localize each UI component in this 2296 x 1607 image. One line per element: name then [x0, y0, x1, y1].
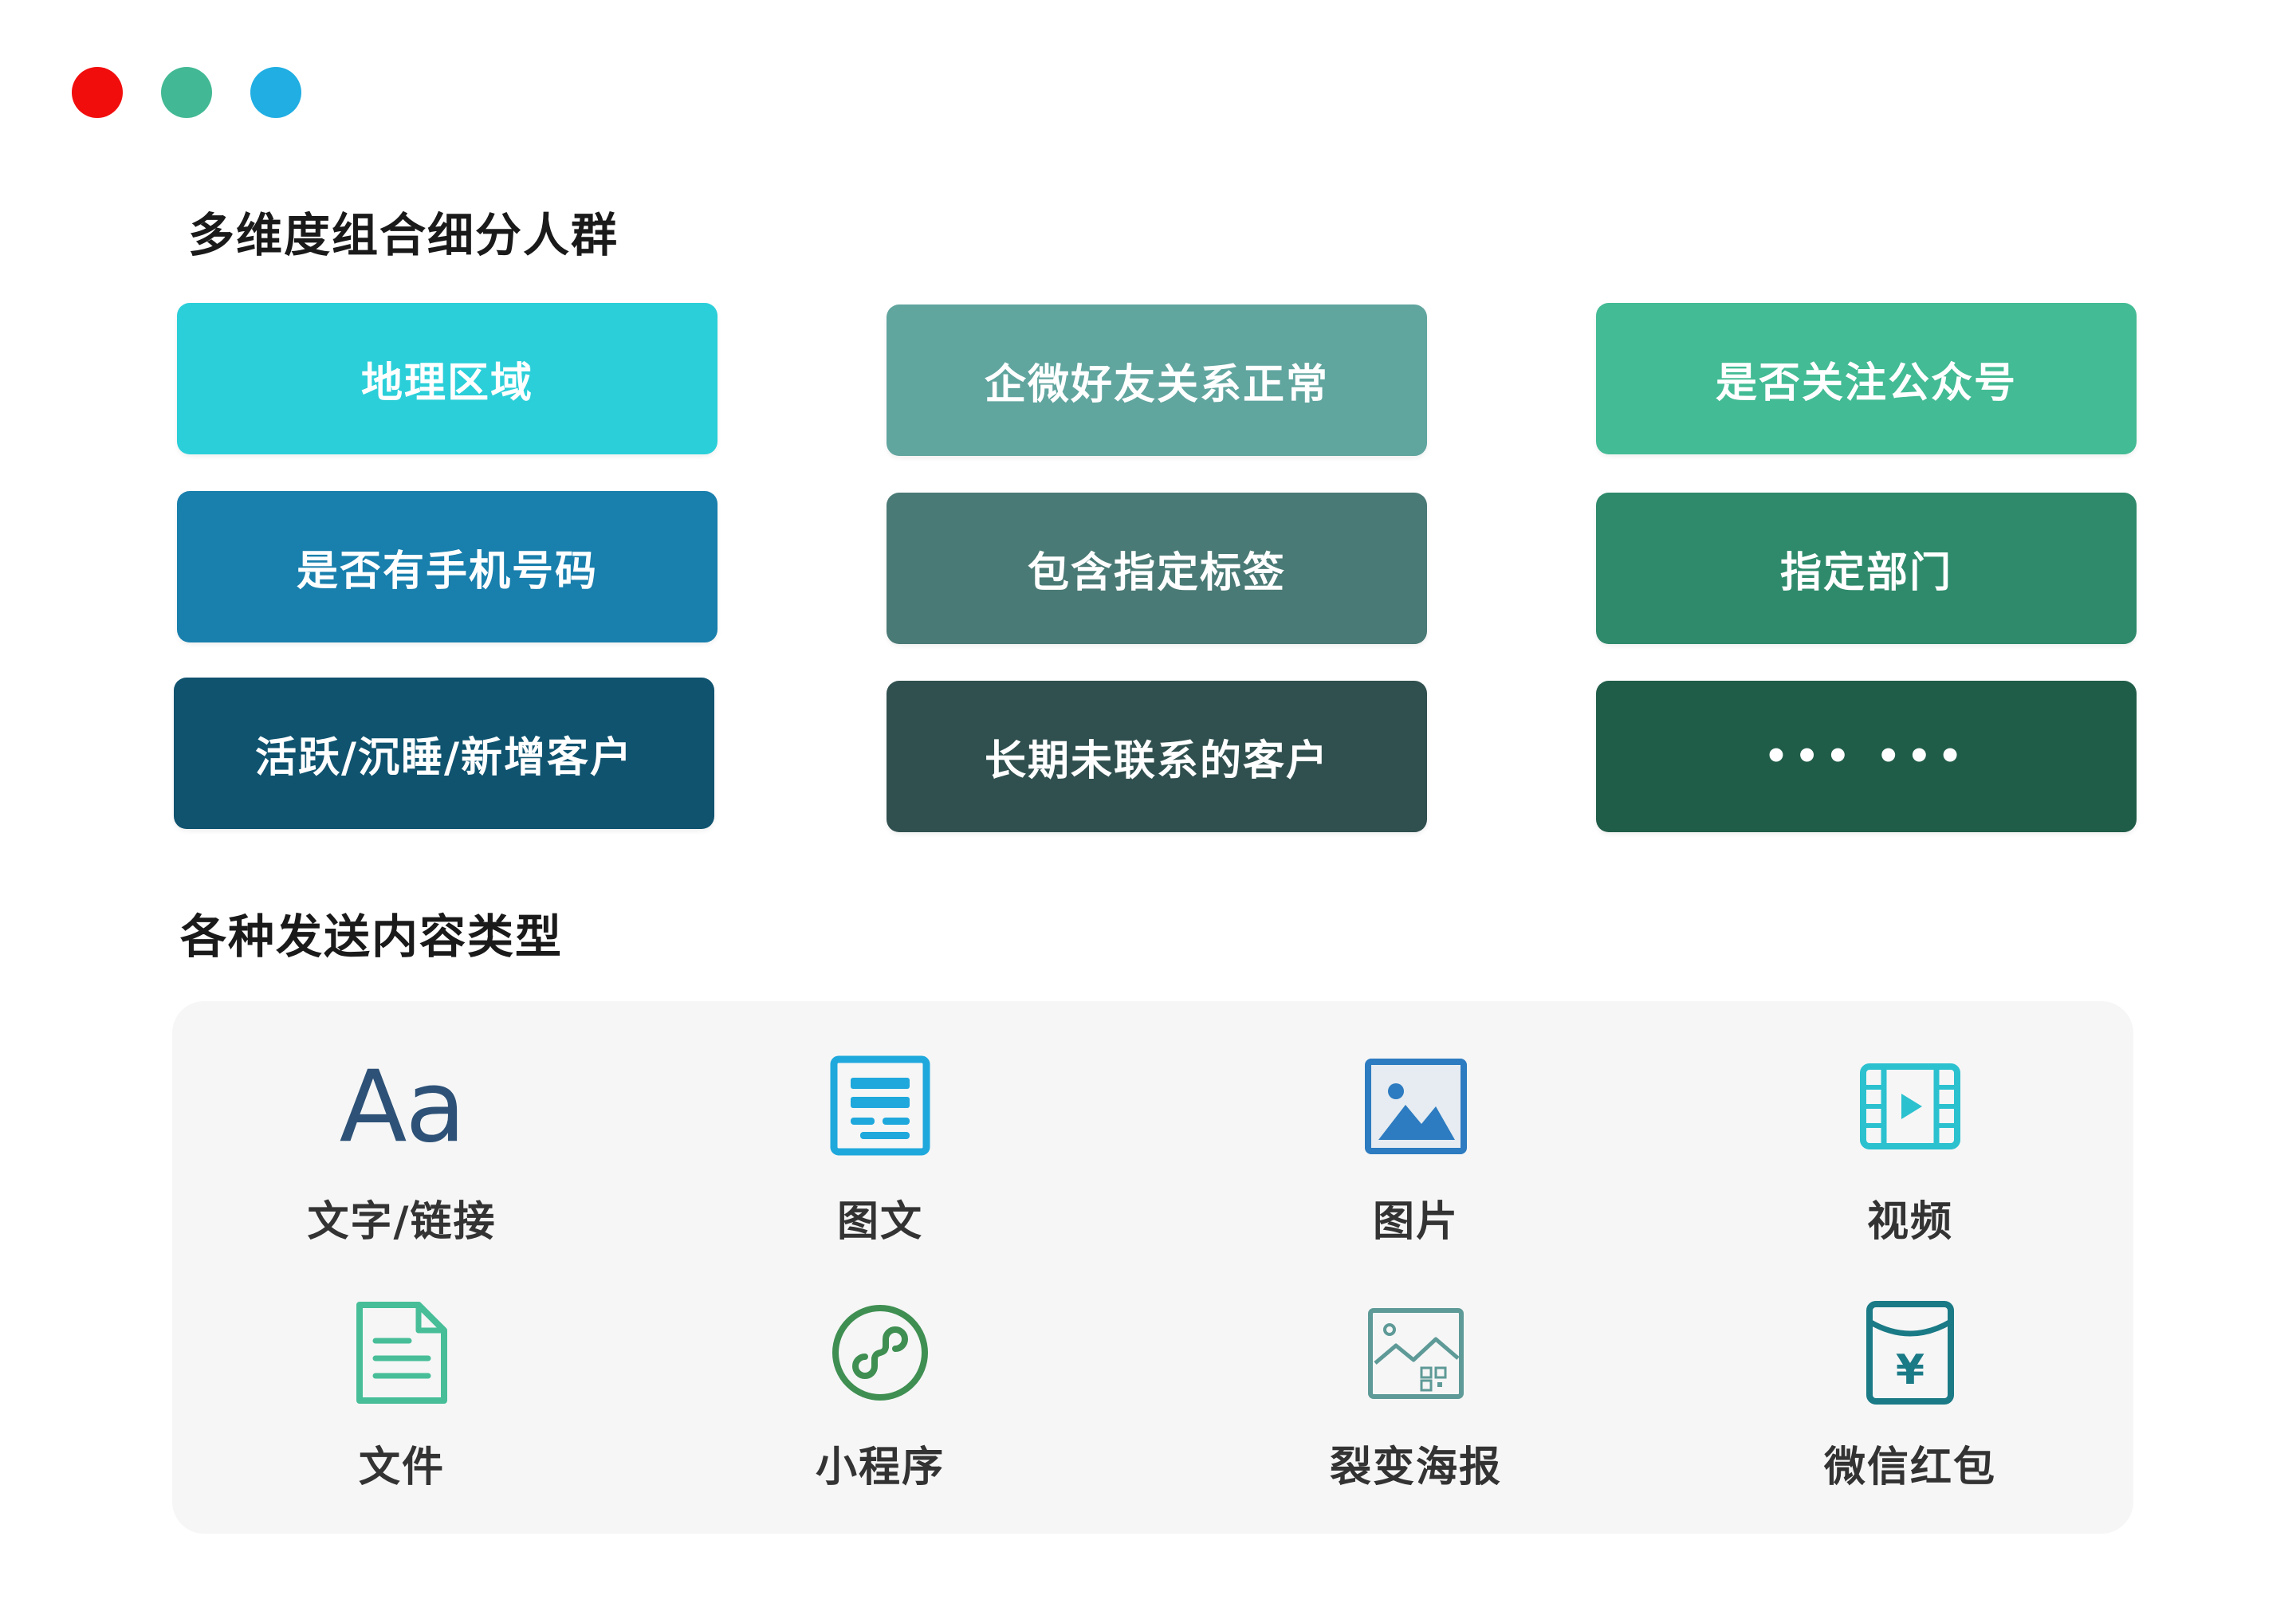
window-minimize-dot[interactable] [161, 67, 212, 118]
segment-activity-status[interactable]: 活跃/沉睡/新增客户 [174, 678, 714, 829]
content-section-title: 各种发送内容类型 [180, 910, 564, 964]
content-type-label: 图文 [836, 1198, 923, 1246]
content-type-article[interactable]: 图文 [705, 1055, 1056, 1295]
content-type-mini-program[interactable]: 小程序 [705, 1301, 1056, 1540]
content-type-label: 视频 [1866, 1198, 1953, 1246]
svg-text:¥: ¥ [1896, 1346, 1924, 1394]
segment-has-tag[interactable]: 包含指定标签 [887, 493, 1427, 644]
content-types-panel: Aa 文字/链接 图文 图片 视频 文件 小程序 裂变海报 ¥ 微信红包 [172, 1001, 2133, 1534]
video-icon [1858, 1055, 1962, 1159]
window-close-dot[interactable] [72, 67, 123, 118]
content-type-label: 文字/链接 [307, 1198, 497, 1246]
content-type-image[interactable]: 图片 [1240, 1055, 1591, 1295]
segment-long-uncontacted[interactable]: 长期未联系的客户 [887, 681, 1427, 832]
content-type-label: 小程序 [815, 1444, 945, 1491]
segment-geo-region[interactable]: 地理区域 [177, 303, 718, 454]
segment-department[interactable]: 指定部门 [1596, 493, 2137, 644]
content-type-red-packet[interactable]: ¥ 微信红包 [1735, 1301, 2086, 1540]
mini-program-icon [828, 1301, 932, 1405]
red-packet-icon: ¥ [1858, 1301, 1962, 1405]
image-icon [1364, 1055, 1468, 1159]
content-type-label: 图片 [1372, 1198, 1459, 1246]
content-type-poster[interactable]: 裂变海报 [1240, 1301, 1591, 1540]
content-type-label: 裂变海报 [1329, 1444, 1502, 1491]
file-icon [350, 1301, 454, 1405]
content-type-label: 文件 [358, 1444, 445, 1491]
content-type-video[interactable]: 视频 [1735, 1055, 2086, 1295]
content-type-label: 微信红包 [1823, 1444, 1996, 1491]
segment-wecom-friend-normal[interactable]: 企微好友关系正常 [887, 305, 1427, 456]
text-icon: Aa [339, 1050, 466, 1165]
content-type-text-link[interactable]: Aa 文字/链接 [226, 1055, 577, 1295]
segment-more[interactable]: ••• ••• [1596, 681, 2137, 832]
poster-icon [1364, 1301, 1468, 1405]
window-maximize-dot[interactable] [250, 67, 301, 118]
segment-has-phone[interactable]: 是否有手机号码 [177, 491, 718, 642]
segments-section-title: 多维度组合细分人群 [188, 208, 619, 262]
content-type-file[interactable]: 文件 [226, 1301, 577, 1540]
article-icon [828, 1055, 932, 1159]
segment-follows-official-account[interactable]: 是否关注公众号 [1596, 303, 2137, 454]
